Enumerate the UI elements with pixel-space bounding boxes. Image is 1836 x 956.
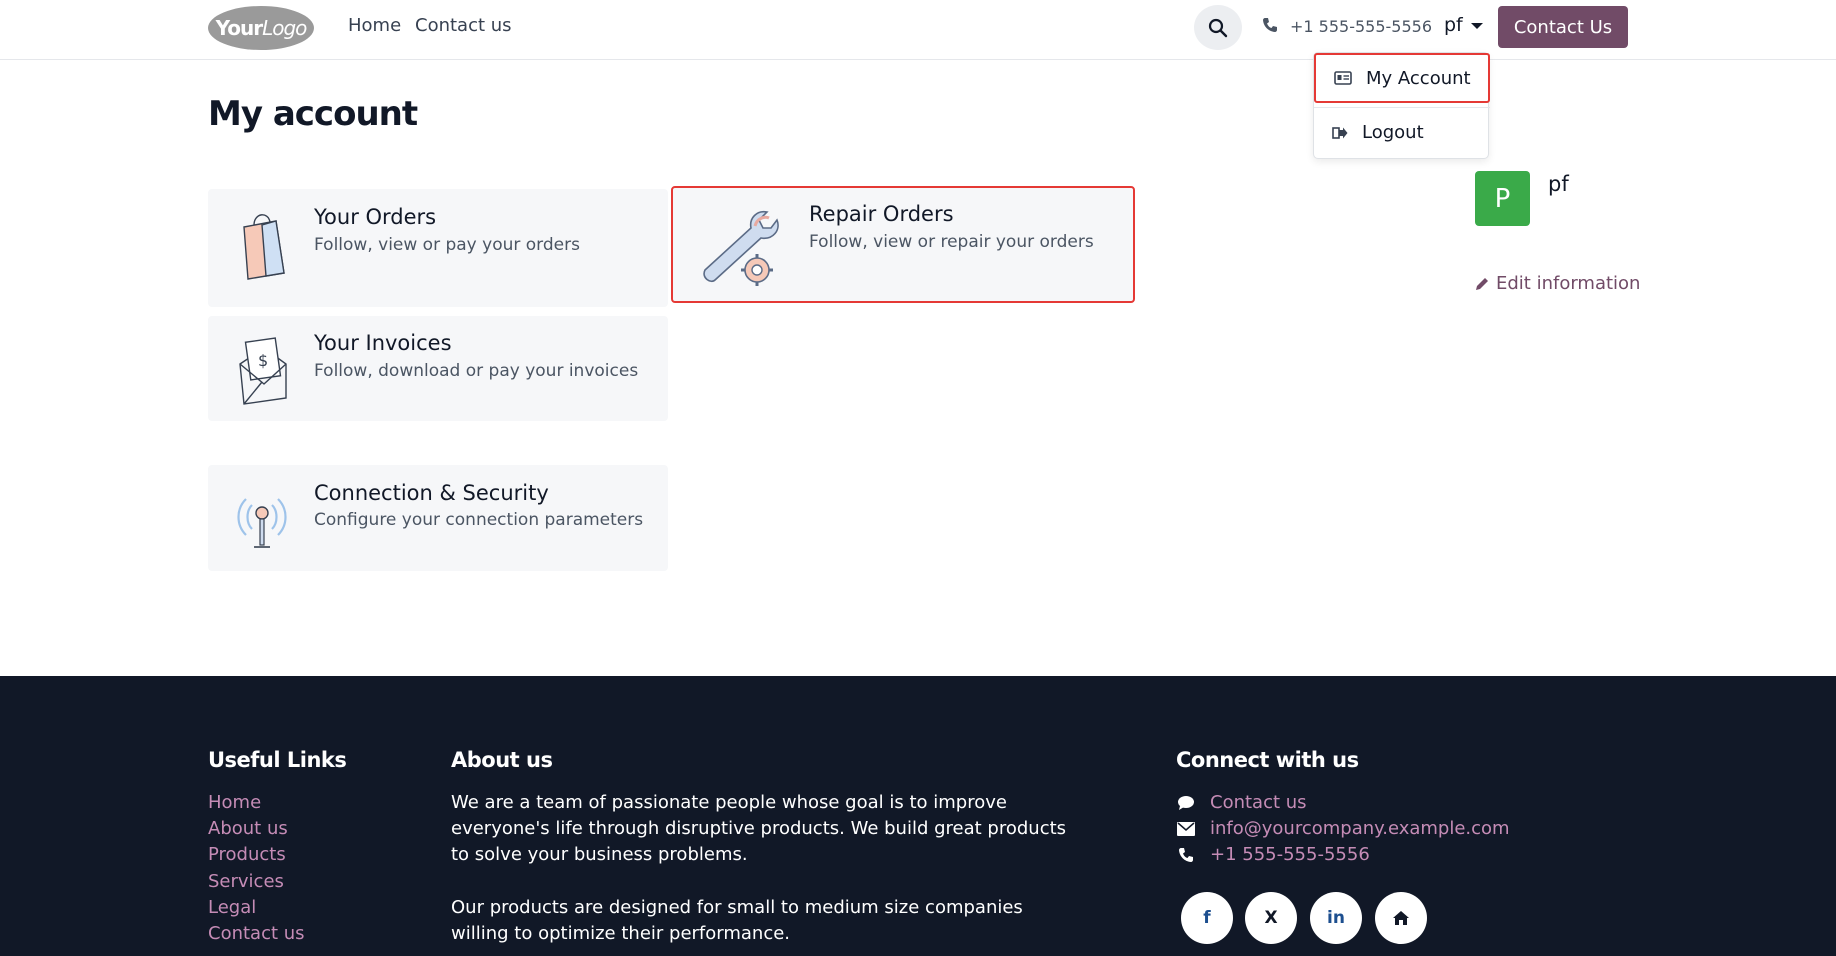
card-title: Connection & Security [314,481,549,505]
antenna-icon [237,498,287,548]
nav-home[interactable]: Home [348,15,401,36]
x-icon: X [1264,908,1278,928]
linkedin-button[interactable]: in [1310,892,1362,944]
invoice-envelope-icon: $ [239,337,287,405]
chat-bubble-icon [1176,795,1196,811]
company-logo[interactable]: Your Logo [208,6,314,50]
avatar: P [1475,171,1530,226]
svg-text:$: $ [258,351,268,370]
about-text-line: to solve your business problems. [451,844,748,865]
chevron-down-icon [1470,23,1483,29]
connect-heading: Connect with us [1176,748,1359,772]
home-icon [1393,911,1409,925]
card-description: Configure your connection parameters [314,510,644,530]
header-phone[interactable]: +1 555-555-5556 [1290,17,1432,36]
facebook-button[interactable]: f [1181,892,1233,944]
id-card-icon [1334,71,1352,85]
footer-email[interactable]: info@yourcompany.example.com [1176,818,1510,839]
linkedin-icon: in [1327,908,1345,928]
card-connection-security[interactable]: Connection & Security Configure your con… [208,465,668,571]
envelope-icon [1176,821,1196,836]
card-title: Your Orders [314,205,437,229]
footer-link-products[interactable]: Products [208,844,286,865]
footer-link-about[interactable]: About us [208,818,288,839]
search-button[interactable] [1194,5,1242,50]
footer-link-contact[interactable]: Contact us [208,923,305,944]
card-description: Follow, view or pay your orders [314,235,580,255]
menu-item-my-account[interactable]: My Account [1314,53,1490,103]
footer-phone[interactable]: +1 555-555-5556 [1176,844,1370,865]
x-twitter-button[interactable]: X [1245,892,1297,944]
phone-icon [1176,847,1196,863]
edit-information-link[interactable]: Edit information [1475,273,1640,294]
footer-link-services[interactable]: Services [208,871,284,892]
site-header: Your Logo Home Contact us +1 555-555-5556… [0,0,1836,60]
card-title: Your Invoices [314,331,452,355]
card-your-orders[interactable]: Your Orders Follow, view or pay your ord… [208,189,668,307]
search-icon [1208,18,1228,37]
page-title: My account [208,94,418,134]
footer-link-home[interactable]: Home [208,792,261,813]
about-text-line: Our products are designed for small to m… [451,897,1023,918]
logout-icon [1332,126,1348,139]
card-description: Follow, view or repair your orders [809,232,1094,252]
phone-icon [1263,18,1277,32]
about-text-line: everyone's life through disruptive produ… [451,818,1067,839]
website-button[interactable] [1375,892,1427,944]
facebook-icon: f [1203,908,1211,928]
card-title: Repair Orders [809,202,954,226]
nav-contact-us[interactable]: Contact us [415,15,512,36]
card-your-invoices[interactable]: $ Your Invoices Follow, download or pay … [208,316,668,421]
card-description: Follow, download or pay your invoices [314,361,639,381]
about-us-heading: About us [451,748,553,772]
user-menu-toggle[interactable]: pf [1444,14,1483,36]
user-name: pf [1444,14,1463,36]
contact-us-button[interactable]: Contact Us [1498,6,1628,48]
footer-link-legal[interactable]: Legal [208,897,256,918]
card-repair-orders[interactable]: Repair Orders Follow, view or repair you… [671,186,1135,303]
shopping-bag-icon [243,214,285,280]
profile-name: pf [1548,172,1569,196]
menu-item-logout[interactable]: Logout [1314,107,1490,157]
useful-links-heading: Useful Links [208,748,347,772]
user-dropdown-menu: My Account Logout [1313,52,1490,159]
footer-contact-us[interactable]: Contact us [1176,792,1307,813]
wrench-gear-icon [703,210,779,286]
about-text-line: We are a team of passionate people whose… [451,792,1007,813]
site-footer: Useful Links Home About us Products Serv… [0,676,1836,956]
pencil-icon [1476,278,1488,290]
about-text-line: willing to optimize their performance. [451,923,791,944]
